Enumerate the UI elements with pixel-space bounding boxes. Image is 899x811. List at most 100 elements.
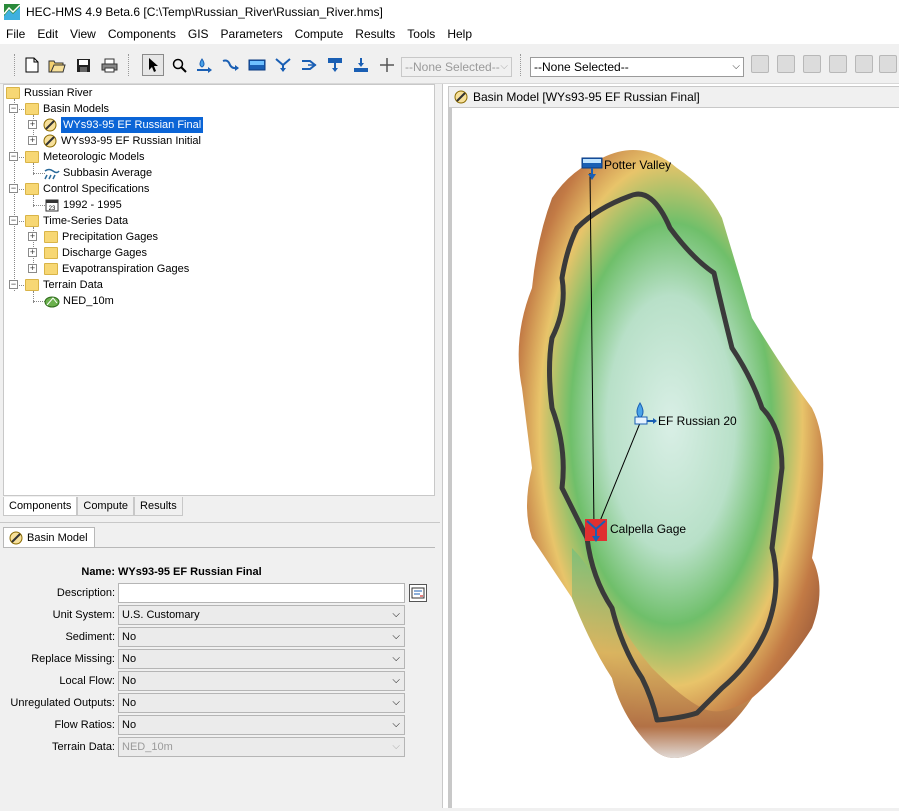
- local-flow-label: Local Flow:: [59, 675, 115, 687]
- subbasin-tool-icon[interactable]: [194, 54, 216, 76]
- menu-help[interactable]: Help: [441, 27, 478, 41]
- source-tool-icon[interactable]: [324, 54, 346, 76]
- tree-basin-initial-label: WYs93-95 EF Russian Initial: [61, 135, 201, 147]
- graph-icon[interactable]: [777, 55, 795, 73]
- menu-components[interactable]: Components: [102, 27, 182, 41]
- new-file-icon[interactable]: [21, 54, 43, 76]
- ef-russian-label: EF Russian 20: [658, 414, 737, 428]
- tree-met-subbasin[interactable]: Subbasin Average: [44, 165, 152, 181]
- description-editor-button[interactable]: [409, 584, 427, 602]
- arrow-select-icon[interactable]: [142, 54, 164, 76]
- expand-toggle[interactable]: +: [28, 120, 37, 129]
- chevron-down-icon: ⌵: [392, 697, 400, 708]
- menu-view[interactable]: View: [64, 27, 102, 41]
- local-flow-value: No: [122, 675, 137, 687]
- tree-terrain-item[interactable]: NED_10m: [44, 293, 114, 309]
- unregulated-outputs-select[interactable]: No ⌵: [118, 693, 405, 713]
- tab-results[interactable]: Results: [134, 497, 183, 516]
- element-select-value: --None Selected--: [405, 60, 500, 74]
- folder-icon: [6, 87, 20, 99]
- unit-system-select[interactable]: U.S. Customary ⌵: [118, 605, 405, 625]
- reservoir-tool-icon[interactable]: [246, 54, 268, 76]
- tab-compute[interactable]: Compute: [77, 497, 135, 516]
- collapse-toggle[interactable]: −: [9, 184, 18, 193]
- collapse-toggle[interactable]: −: [9, 104, 18, 113]
- unregulated-outputs-value: No: [122, 697, 137, 709]
- collapse-toggle[interactable]: −: [9, 152, 18, 161]
- tree-control-item[interactable]: 23 1992 - 1995: [44, 197, 122, 213]
- menu-tools[interactable]: Tools: [401, 27, 441, 41]
- toolbar-separator: [520, 54, 522, 76]
- timeseries-icon[interactable]: [829, 55, 847, 73]
- basin-map[interactable]: Potter Valley EF Russian 20 Calpella Gag…: [452, 108, 899, 808]
- sediment-select[interactable]: No ⌵: [118, 627, 405, 647]
- calpella-gage-label: Calpella Gage: [610, 522, 686, 536]
- chevron-down-icon: ⌵: [392, 675, 400, 686]
- compute-icon[interactable]: [751, 55, 769, 73]
- calendar-icon: 23: [45, 199, 59, 212]
- tree-control-specs-label: Control Specifications: [43, 183, 150, 195]
- tab-components[interactable]: Components: [3, 497, 78, 516]
- terrain-data-label: Terrain Data:: [52, 741, 115, 753]
- name-value: WYs93-95 EF Russian Final: [118, 566, 262, 578]
- terrain-data-select[interactable]: NED_10m ⌵: [118, 737, 405, 757]
- tree-basin-final[interactable]: WYs93-95 EF Russian Final: [42, 117, 204, 133]
- collapse-toggle[interactable]: −: [9, 216, 18, 225]
- menu-compute[interactable]: Compute: [289, 27, 350, 41]
- local-flow-select[interactable]: No ⌵: [118, 671, 405, 691]
- run-select-combo[interactable]: --None Selected-- ⌵: [530, 57, 744, 77]
- chevron-down-icon: ⌵: [392, 631, 400, 642]
- tab-basin-model[interactable]: Basin Model: [3, 527, 95, 548]
- menu-parameters[interactable]: Parameters: [215, 27, 289, 41]
- tree-met-models[interactable]: Meteorologic Models: [25, 149, 145, 165]
- basin-model-icon: [43, 118, 57, 132]
- tree-ts-data[interactable]: Time-Series Data: [25, 213, 128, 229]
- zoom-icon[interactable]: [168, 54, 190, 76]
- unit-system-label: Unit System:: [52, 609, 115, 621]
- svg-text:23: 23: [49, 206, 56, 212]
- tree-root-label: Russian River: [24, 87, 93, 99]
- tree-basin-models[interactable]: Basin Models: [25, 101, 109, 117]
- tree-basin-initial[interactable]: WYs93-95 EF Russian Initial: [42, 133, 201, 149]
- tree-precip-gages[interactable]: Precipitation Gages: [44, 229, 158, 245]
- pane-splitter[interactable]: [0, 522, 440, 524]
- print-icon[interactable]: [98, 54, 120, 76]
- menu-edit[interactable]: Edit: [31, 27, 64, 41]
- tree-terrain-data[interactable]: Terrain Data: [25, 277, 103, 293]
- junction-tool-icon[interactable]: [272, 54, 294, 76]
- menu-results[interactable]: Results: [349, 27, 401, 41]
- tree-et-gages[interactable]: Evapotranspiration Gages: [44, 261, 189, 277]
- tree-control-specs[interactable]: Control Specifications: [25, 181, 149, 197]
- menu-file[interactable]: File: [0, 27, 31, 41]
- basin-map-canvas[interactable]: Potter Valley EF Russian 20 Calpella Gag…: [448, 108, 899, 808]
- reach-tool-icon[interactable]: [220, 54, 242, 76]
- description-field[interactable]: [118, 583, 405, 603]
- basin-model-icon: [43, 134, 57, 148]
- tree-root[interactable]: Russian River: [6, 85, 92, 101]
- menu-bar: File Edit View Components GIS Parameters…: [0, 24, 899, 44]
- flow-ratios-select[interactable]: No ⌵: [118, 715, 405, 735]
- collapse-toggle[interactable]: −: [9, 280, 18, 289]
- crosshair-icon[interactable]: [376, 54, 398, 76]
- basin-map-title-bar[interactable]: Basin Model [WYs93-95 EF Russian Final]: [448, 86, 899, 108]
- globe-icon[interactable]: [879, 55, 897, 73]
- menu-gis[interactable]: GIS: [182, 27, 215, 41]
- save-icon[interactable]: [72, 54, 94, 76]
- element-select-combo[interactable]: --None Selected-- ⌵: [401, 57, 512, 77]
- expand-toggle[interactable]: +: [28, 232, 37, 241]
- summary-icon[interactable]: [803, 55, 821, 73]
- tree-discharge-gages[interactable]: Discharge Gages: [44, 245, 147, 261]
- text-editor-icon: [411, 587, 425, 599]
- table-icon[interactable]: [855, 55, 873, 73]
- tree-basin-models-label: Basin Models: [43, 103, 110, 115]
- diversion-tool-icon[interactable]: [298, 54, 320, 76]
- open-folder-icon[interactable]: [46, 54, 68, 76]
- sink-tool-icon[interactable]: [350, 54, 372, 76]
- run-select-value: --None Selected--: [534, 60, 629, 74]
- expand-toggle[interactable]: +: [28, 248, 37, 257]
- tree-discharge-gages-label: Discharge Gages: [62, 247, 147, 259]
- folder-icon: [25, 183, 39, 195]
- replace-missing-select[interactable]: No ⌵: [118, 649, 405, 669]
- expand-toggle[interactable]: +: [28, 136, 37, 145]
- expand-toggle[interactable]: +: [28, 264, 37, 273]
